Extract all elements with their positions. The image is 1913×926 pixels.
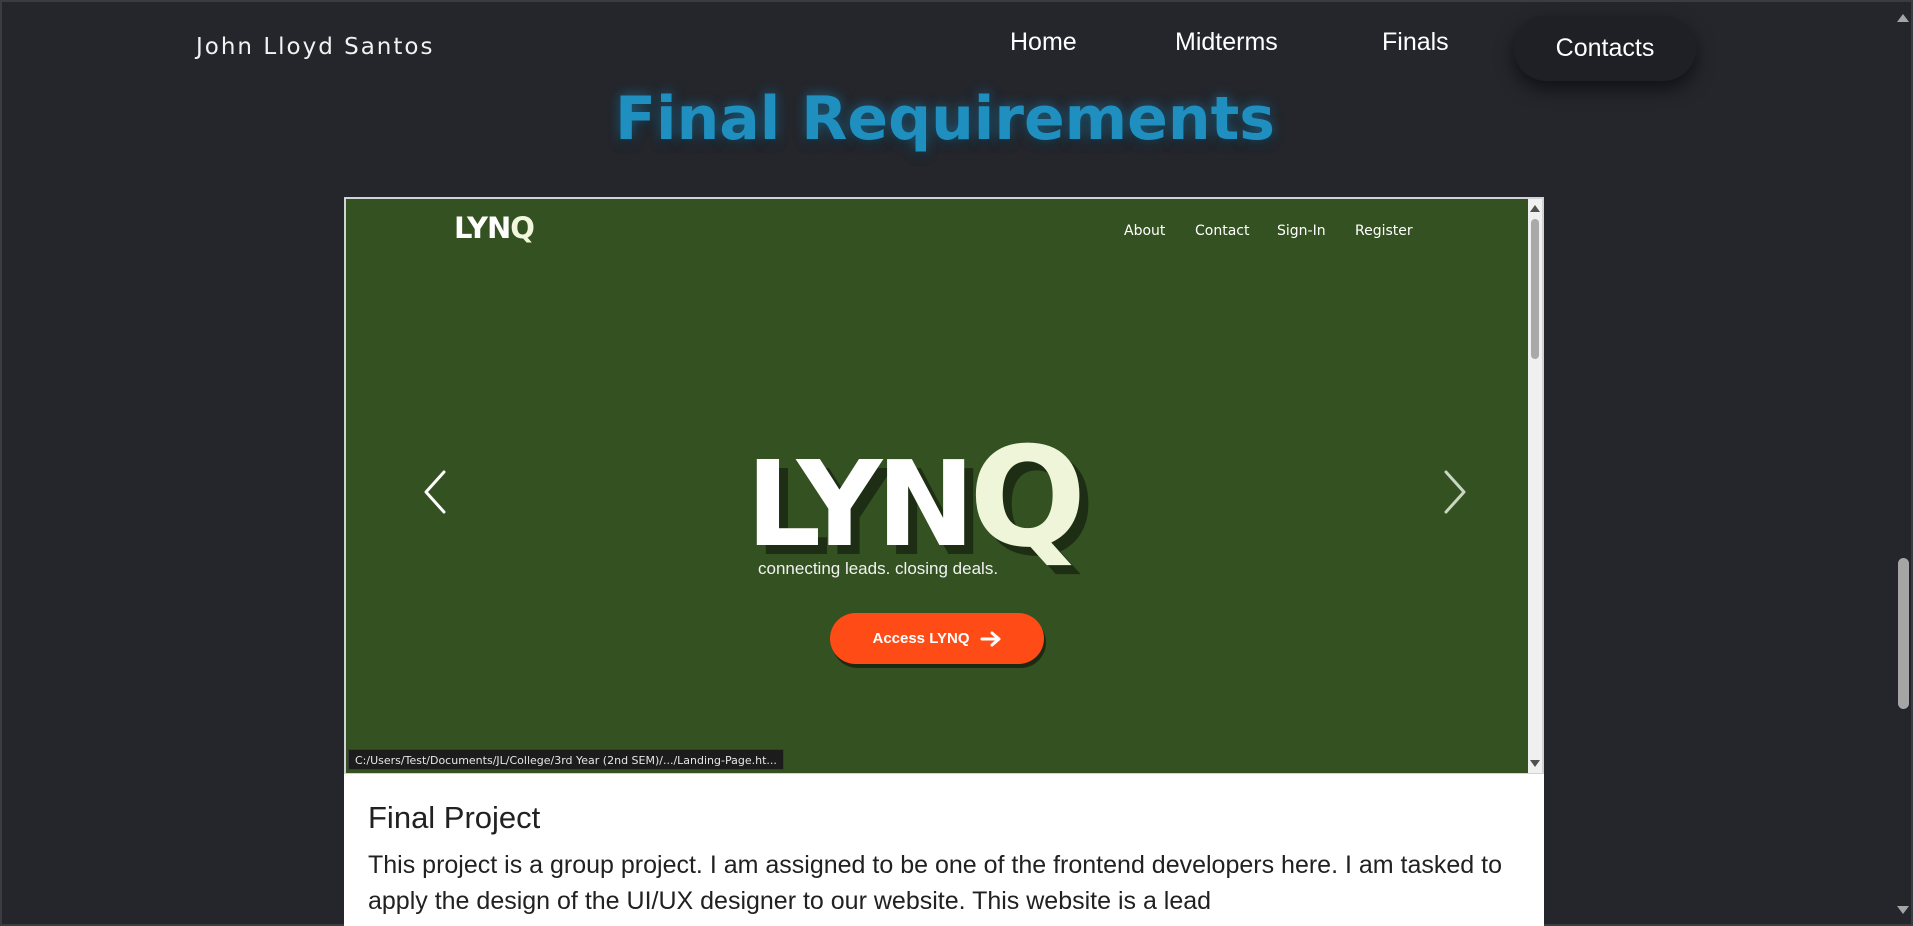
nav-finals[interactable]: Finals xyxy=(1382,28,1449,57)
preview-nav-register[interactable]: Register xyxy=(1355,223,1413,239)
preview-logo[interactable]: LYNQ xyxy=(454,211,535,245)
page-scrollbar[interactable] xyxy=(1894,2,1911,922)
hero-logo-text: LYN xyxy=(746,435,975,573)
page-scroll-down-icon[interactable] xyxy=(1897,906,1909,914)
hero-tagline: connecting leads. closing deals. xyxy=(758,559,999,578)
hero-logo-q: Q xyxy=(969,417,1086,578)
chevron-left-icon xyxy=(424,470,446,514)
preview-logo-q: Q xyxy=(510,211,535,245)
project-card: LYNQ About Contact Sign-In Register LYNQ… xyxy=(344,197,1544,926)
site-brand[interactable]: John Lloyd Santos xyxy=(196,34,434,60)
card-description: This project is a group project. I am as… xyxy=(368,851,1502,915)
preview-scroll-thumb[interactable] xyxy=(1531,219,1539,359)
card-title: Final Project xyxy=(368,800,541,835)
preview-nav-contact[interactable]: Contact xyxy=(1195,223,1249,239)
page-title: Final Requirements xyxy=(615,84,1275,154)
arrow-right-icon xyxy=(980,631,1000,646)
preview-nav-sign-in[interactable]: Sign-In xyxy=(1277,223,1326,239)
nav-midterms[interactable]: Midterms xyxy=(1175,28,1278,57)
nav-contacts-button[interactable]: Contacts xyxy=(1514,16,1696,81)
preview-logo-text: LYN xyxy=(454,211,511,245)
scroll-down-icon[interactable] xyxy=(1530,760,1540,767)
nav-contacts-label: Contacts xyxy=(1555,34,1655,62)
page-scroll-up-icon[interactable] xyxy=(1897,14,1909,22)
chevron-right-icon xyxy=(1444,470,1466,514)
access-lynq-button[interactable]: Access LYNQ xyxy=(830,613,1044,664)
project-preview-frame[interactable]: LYNQ About Contact Sign-In Register LYNQ… xyxy=(344,197,1544,774)
carousel-next-button[interactable] xyxy=(1434,462,1474,522)
preview-scrollbar[interactable] xyxy=(1528,199,1542,773)
status-bar-url: C:/Users/Test/Documents/JL/College/3rd Y… xyxy=(348,749,784,770)
access-lynq-label: Access LYNQ xyxy=(872,630,970,647)
preview-nav-about[interactable]: About xyxy=(1124,223,1165,239)
page-scroll-thumb[interactable] xyxy=(1898,558,1909,709)
hero-logo: LYNQ xyxy=(746,429,1086,567)
carousel-prev-button[interactable] xyxy=(416,462,456,522)
nav-home[interactable]: Home xyxy=(1010,28,1077,57)
scroll-up-icon[interactable] xyxy=(1530,205,1540,212)
